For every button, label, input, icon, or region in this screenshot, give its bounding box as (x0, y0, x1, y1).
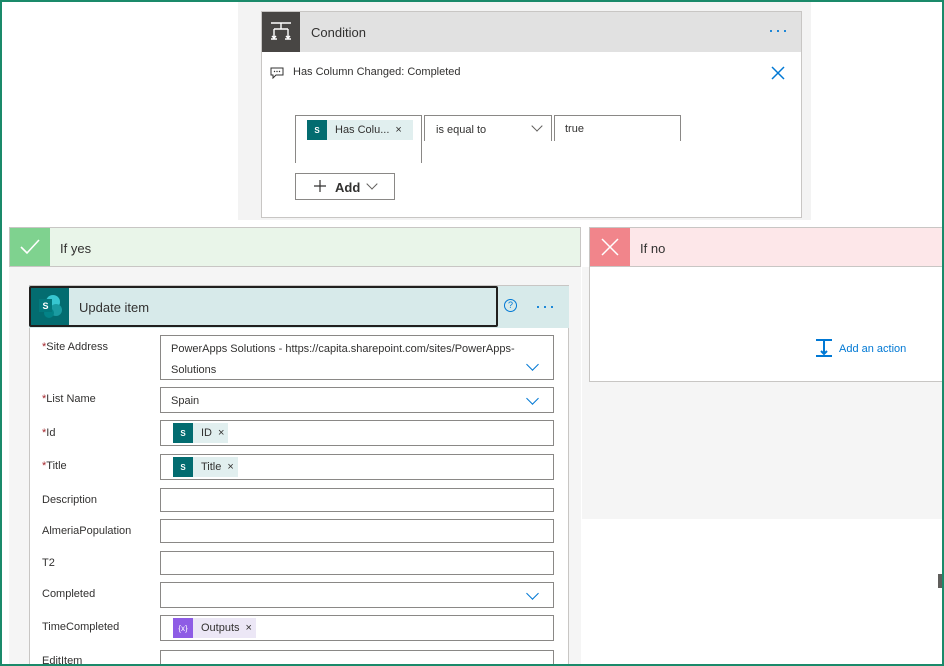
has-column-changed-token[interactable]: S Has Colu... × (307, 120, 413, 140)
time-completed-label: TimeCompleted (42, 621, 120, 633)
plus-icon (313, 179, 327, 198)
add-row-button[interactable]: Add (295, 173, 395, 200)
close-icon (601, 238, 619, 256)
time-completed-field[interactable]: {x} Outputs × (160, 615, 554, 641)
if-no-branch: If no (589, 227, 942, 267)
id-field[interactable]: S ID × (160, 420, 554, 446)
comment-icon (270, 66, 284, 84)
operator-value: is equal to (436, 124, 487, 136)
remove-token-icon[interactable]: × (218, 427, 224, 439)
right-operand-value: true (565, 123, 584, 135)
chevron-down-icon (526, 392, 539, 405)
add-action-icon (816, 339, 832, 357)
update-item-header[interactable]: S Update item ? ··· (29, 286, 569, 328)
update-item-title: Update item (79, 300, 150, 315)
site-address-label-text: Site Address (46, 341, 109, 353)
sharepoint-icon: S (173, 423, 193, 443)
sharepoint-icon: S (31, 288, 69, 325)
remove-token-icon[interactable]: × (227, 461, 233, 473)
list-name-label-text: List Name (46, 393, 96, 405)
t2-field[interactable] (160, 551, 554, 575)
update-item-card: S Update item ? ··· *Site Address PowerA… (29, 285, 569, 666)
condition-right-operand[interactable]: true (554, 115, 681, 141)
scrollbar-thumb[interactable] (938, 574, 942, 588)
operator-select[interactable]: is equal to (424, 115, 552, 141)
id-label: *Id (42, 427, 55, 439)
add-label: Add (335, 180, 361, 195)
svg-text:S: S (42, 301, 48, 311)
site-address-label: *Site Address (42, 341, 108, 353)
list-name-select[interactable]: Spain (160, 387, 554, 413)
condition-title: Condition (311, 25, 366, 40)
chevron-down-icon (531, 120, 543, 132)
check-icon (20, 239, 40, 255)
site-address-value-line1: PowerApps Solutions - https://capita.sha… (171, 343, 515, 355)
id-token-label: ID (201, 427, 212, 439)
edit-item-label: EditItem (42, 655, 83, 666)
help-icon[interactable]: ? (504, 299, 517, 312)
close-icon[interactable] (770, 65, 786, 86)
t2-label: T2 (42, 557, 55, 569)
list-name-label: *List Name (42, 393, 96, 405)
if-yes-iconbox (10, 228, 50, 266)
almeria-population-label: AlmeriaPopulation (42, 525, 132, 537)
title-token[interactable]: S Title × (173, 457, 238, 477)
add-action-label: Add an action (839, 343, 907, 355)
condition-left-operand[interactable]: S Has Colu... × (295, 115, 422, 163)
remove-token-icon[interactable]: × (246, 622, 252, 634)
chevron-down-icon (526, 587, 539, 600)
token-label: Has Colu... (335, 124, 390, 136)
sharepoint-icon: S (173, 457, 193, 477)
completed-select[interactable] (160, 582, 554, 608)
condition-header[interactable]: Condition ··· (262, 12, 801, 52)
description-field[interactable] (160, 488, 554, 512)
expression-icon: {x} (173, 618, 193, 638)
remove-token-icon[interactable]: × (395, 124, 401, 136)
condition-more-button[interactable]: ··· (768, 21, 789, 39)
update-item-title-box[interactable]: S Update item (29, 286, 498, 327)
update-item-more-button[interactable]: ··· (535, 297, 556, 315)
almeria-population-field[interactable] (160, 519, 554, 543)
chevron-down-icon (526, 358, 539, 371)
condition-comment: Has Column Changed: Completed (293, 66, 461, 78)
condition-card: Condition ··· Has Column Changed: Comple… (261, 11, 802, 218)
title-label-text: Title (46, 460, 67, 472)
if-yes-label: If yes (60, 241, 92, 256)
if-no-iconbox (590, 228, 630, 266)
outputs-token-label: Outputs (201, 622, 240, 634)
id-token[interactable]: S ID × (173, 423, 229, 443)
title-field[interactable]: S Title × (160, 454, 554, 480)
edit-item-field[interactable] (160, 650, 554, 664)
site-address-value-line2: Solutions (171, 364, 217, 376)
if-yes-branch: If yes (9, 227, 581, 267)
if-no-label: If no (640, 241, 666, 256)
sharepoint-icon: S (307, 120, 327, 140)
completed-label: Completed (42, 588, 96, 600)
title-token-label: Title (201, 461, 222, 473)
title-label: *Title (42, 460, 67, 472)
description-label: Description (42, 494, 98, 506)
outputs-token[interactable]: {x} Outputs × (173, 618, 256, 638)
list-name-value: Spain (171, 395, 200, 407)
chevron-down-icon (366, 178, 378, 190)
if-no-card: Add an action (589, 267, 942, 382)
site-address-select[interactable]: PowerApps Solutions - https://capita.sha… (160, 335, 554, 380)
designer-canvas: Condition ··· Has Column Changed: Comple… (0, 0, 944, 666)
add-action-button[interactable]: Add an action (814, 338, 924, 358)
condition-icon (262, 12, 300, 52)
id-label-text: Id (46, 427, 56, 439)
